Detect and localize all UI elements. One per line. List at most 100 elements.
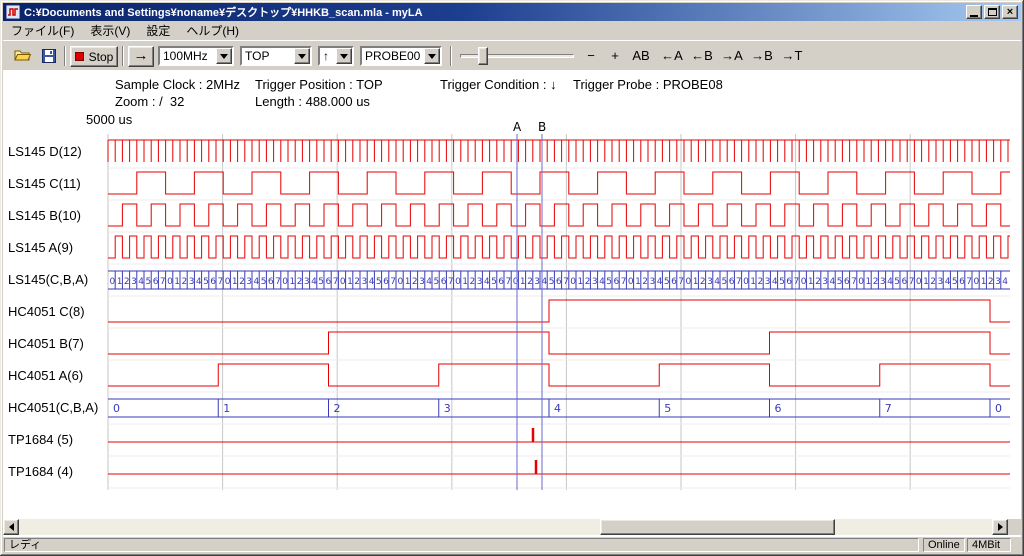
bus-value: 4 xyxy=(484,277,490,287)
bus-value: 7 xyxy=(794,277,800,287)
cursor-a-label: A xyxy=(513,120,522,134)
bus-value: 3 xyxy=(707,277,713,287)
bus-value: 7 xyxy=(506,277,512,287)
bus-value: 3 xyxy=(822,277,828,287)
channel-trace xyxy=(108,364,1010,386)
bus-value: 2 xyxy=(334,402,341,415)
bus-value: 2 xyxy=(470,277,476,287)
bus-value: 3 xyxy=(444,402,451,415)
bus-value: 7 xyxy=(621,277,627,287)
bus-value: 2 xyxy=(354,277,360,287)
bus-value: 4 xyxy=(945,277,951,287)
bus-value: 1 xyxy=(223,402,230,415)
bus-value: 6 xyxy=(556,277,562,287)
bus-value: 0 xyxy=(398,277,404,287)
bus-value: 4 xyxy=(311,277,317,287)
bus-value: 0 xyxy=(801,277,807,287)
bus-value: 7 xyxy=(390,277,396,287)
bus-value: 2 xyxy=(585,277,591,287)
bus-value: 0 xyxy=(686,277,692,287)
bus-value: 4 xyxy=(887,277,893,287)
status-memory: 4MBit xyxy=(967,538,1011,552)
bus-value: 7 xyxy=(966,277,972,287)
bus-value: 4 xyxy=(369,277,375,287)
bus-value: 3 xyxy=(131,277,137,287)
bus-value: 1 xyxy=(117,277,123,287)
bus-value: 3 xyxy=(880,277,886,287)
bus-value: 4 xyxy=(772,277,778,287)
bus-value: 2 xyxy=(988,277,994,287)
scroll-left-button[interactable] xyxy=(3,519,19,535)
bus-value: 1 xyxy=(866,277,872,287)
bus-value: 6 xyxy=(902,277,908,287)
bus-value: 3 xyxy=(765,277,771,287)
bus-value: 7 xyxy=(678,277,684,287)
bus-value: 5 xyxy=(376,277,382,287)
bus-value: 5 xyxy=(837,277,843,287)
bus-value: 3 xyxy=(534,277,540,287)
bus-value: 7 xyxy=(333,277,339,287)
bus-value: 6 xyxy=(775,402,782,415)
bus-value: 7 xyxy=(736,277,742,287)
bus-value: 6 xyxy=(498,277,504,287)
bus-value: 1 xyxy=(462,277,468,287)
bus-value: 0 xyxy=(455,277,461,287)
bus-value: 1 xyxy=(405,277,411,287)
bus-value: 0 xyxy=(167,277,173,287)
bus-value: 3 xyxy=(938,277,944,287)
bus-value: 2 xyxy=(642,277,648,287)
bus-value: 1 xyxy=(174,277,180,287)
bus-value: 0 xyxy=(858,277,864,287)
bus-value: 5 xyxy=(894,277,900,287)
bus-value: 0 xyxy=(282,277,288,287)
bus-value: 2 xyxy=(412,277,418,287)
bus-value: 2 xyxy=(239,277,245,287)
channel-trace xyxy=(108,236,1010,258)
bus-value: 0 xyxy=(340,277,346,287)
horizontal-scrollbar[interactable] xyxy=(3,519,1008,535)
bus-value: 0 xyxy=(743,277,749,287)
bus-value: 6 xyxy=(210,277,216,287)
bus-value: 2 xyxy=(297,277,303,287)
channel-trace xyxy=(108,172,1010,194)
bus-value: 7 xyxy=(885,402,892,415)
bus-value: 3 xyxy=(189,277,195,287)
bus-value: 3 xyxy=(362,277,368,287)
bus-value: 7 xyxy=(851,277,857,287)
bus-value: 0 xyxy=(513,277,519,287)
bus-value: 6 xyxy=(844,277,850,287)
bus-value: 5 xyxy=(434,277,440,287)
bus-value: 1 xyxy=(232,277,238,287)
bus-value: 2 xyxy=(182,277,188,287)
bus-value: 4 xyxy=(426,277,432,287)
app-window: C:¥Documents and Settings¥noname¥デスクトップ¥… xyxy=(0,0,1024,556)
bus-value: 3 xyxy=(304,277,310,287)
bus-value: 1 xyxy=(923,277,929,287)
bus-value: 6 xyxy=(326,277,332,287)
bus-value: 3 xyxy=(246,277,252,287)
bus-value: 1 xyxy=(693,277,699,287)
bus-value: 5 xyxy=(664,402,671,415)
bus-value: 7 xyxy=(218,277,224,287)
bus-value: 1 xyxy=(808,277,814,287)
bus-value: 6 xyxy=(729,277,735,287)
bus-value: 7 xyxy=(448,277,454,287)
bus-value: 6 xyxy=(959,277,965,287)
bus-value: 2 xyxy=(873,277,879,287)
arrow-right-icon xyxy=(998,523,1007,531)
scroll-right-button[interactable] xyxy=(992,519,1008,535)
cursor-b-label: B xyxy=(538,120,546,134)
arrow-left-icon xyxy=(5,523,14,531)
bus-value: 4 xyxy=(657,277,663,287)
bus-value: 0 xyxy=(225,277,231,287)
bus-value: 2 xyxy=(124,277,130,287)
status-bar: レディ Online 4MBit xyxy=(3,537,1021,553)
bus-value: 7 xyxy=(275,277,281,287)
channel-trace xyxy=(108,140,1010,162)
waveform-plot[interactable]: 0123456701234567012345670123456701234567… xyxy=(0,0,1024,556)
bus-value: 7 xyxy=(160,277,166,287)
bus-value: 2 xyxy=(758,277,764,287)
channel-trace xyxy=(108,204,1010,226)
scrollbar-thumb[interactable] xyxy=(600,519,835,535)
bus-value: 6 xyxy=(383,277,389,287)
